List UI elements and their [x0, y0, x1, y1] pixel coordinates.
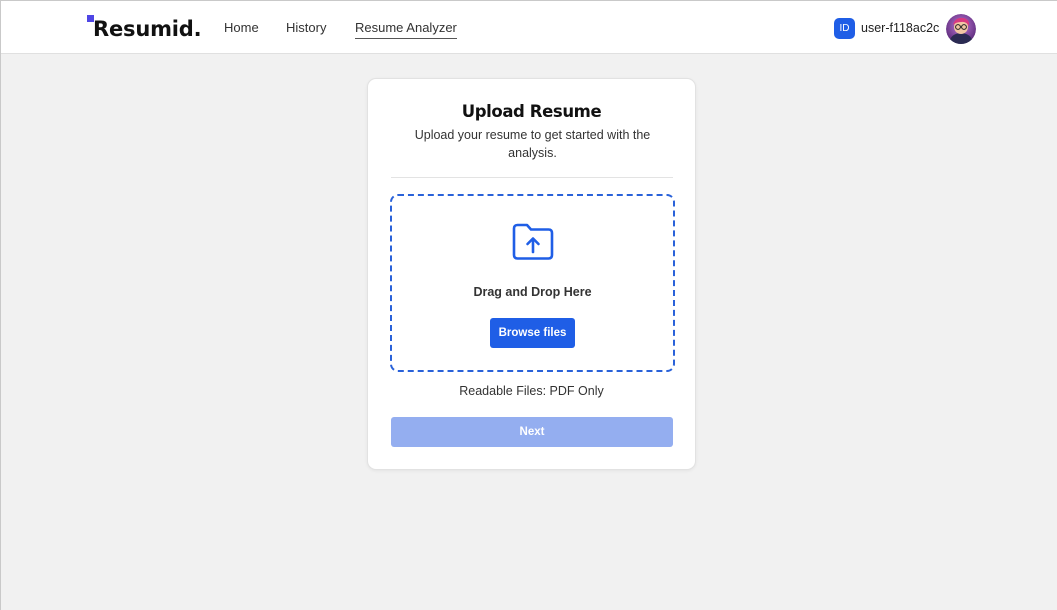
folder-upload-icon: [512, 223, 554, 260]
readable-files-note: Readable Files: PDF Only: [459, 384, 604, 398]
user-avatar-icon: [946, 14, 976, 44]
browse-files-button[interactable]: Browse files: [490, 318, 575, 348]
upload-card: Upload Resume Upload your resume to get …: [367, 78, 696, 470]
user-id-label: user-f118ac2c: [861, 21, 940, 35]
nav-home[interactable]: Home: [224, 20, 259, 35]
card-subtitle: Upload your resume to get started with t…: [414, 128, 651, 160]
dropzone-text: Drag and Drop Here: [473, 285, 592, 299]
top-header: Resumid. Home History Resume Analyzer ID…: [1, 1, 1057, 54]
next-button[interactable]: Next: [391, 417, 673, 447]
avatar[interactable]: [946, 14, 976, 44]
file-dropzone[interactable]: Drag and Drop Here Browse files: [390, 194, 675, 372]
id-badge: ID: [834, 18, 855, 39]
page-title: Upload Resume: [461, 102, 602, 121]
nav-resume-analyzer[interactable]: Resume Analyzer: [355, 20, 457, 39]
nav-history[interactable]: History: [286, 20, 326, 35]
logo[interactable]: Resumid.: [93, 17, 202, 41]
divider: [391, 177, 673, 178]
